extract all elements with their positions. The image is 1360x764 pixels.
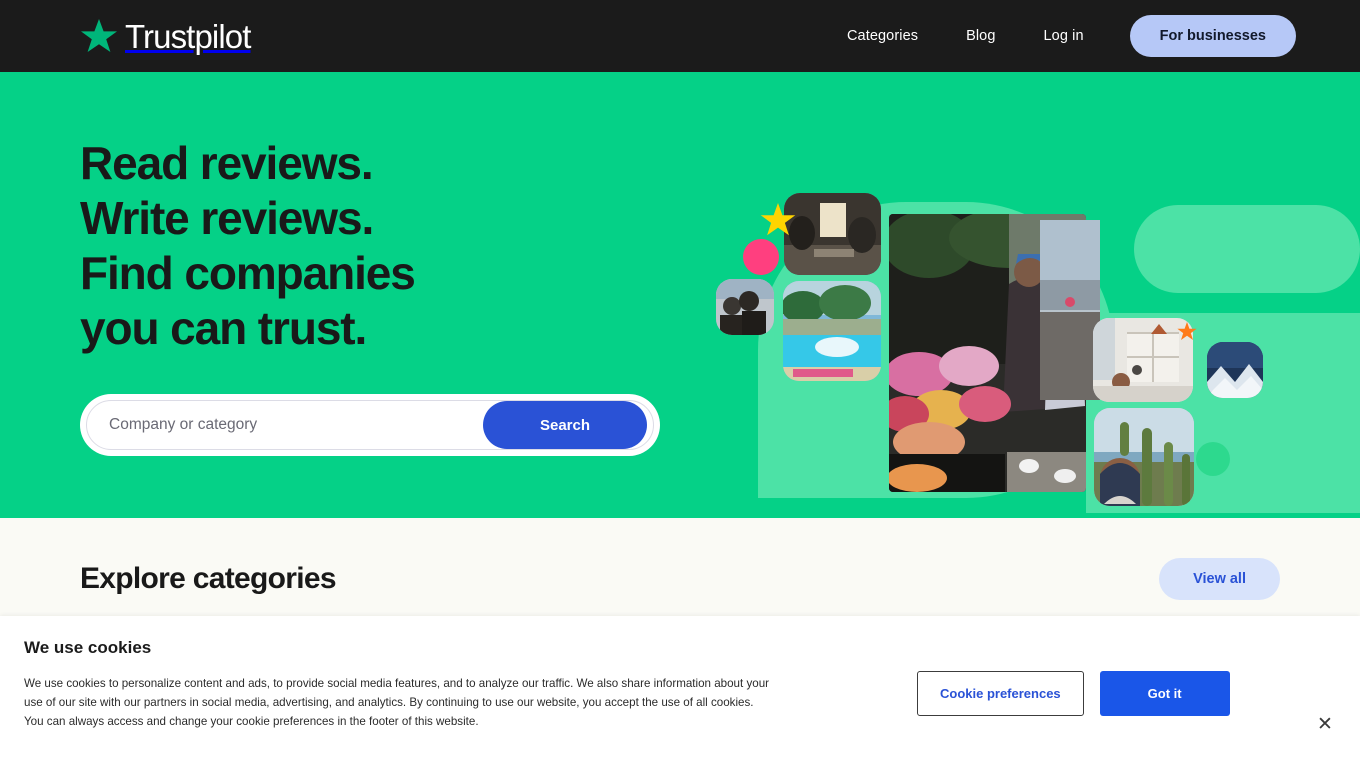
collage-photo-home-interior (1093, 318, 1193, 402)
top-navigation-bar: Trustpilot Categories Blog Log in For bu… (0, 0, 1360, 72)
circle-icon-pink (743, 239, 779, 275)
search-bar: Search (80, 394, 660, 456)
page-title: Read reviews. Write reviews. Find compan… (80, 136, 620, 356)
collage-photo-workshop (784, 193, 881, 275)
hero-section: Read reviews. Write reviews. Find compan… (0, 72, 1360, 518)
star-icon-yellow (760, 203, 796, 243)
decorative-pill-right (1134, 205, 1360, 293)
hero-title-line-2: Write reviews. (80, 192, 374, 244)
cookie-banner-title: We use cookies (24, 638, 152, 657)
cookie-banner-body: We use cookies to personalize content an… (24, 677, 769, 728)
cookie-text-block: We use cookies We use cookies to persona… (24, 638, 769, 731)
search-input[interactable] (87, 401, 483, 449)
collage-photo-mountains (1207, 342, 1263, 398)
cookie-preferences-button[interactable]: Cookie preferences (917, 671, 1084, 716)
search-button[interactable]: Search (483, 401, 647, 449)
hero-title-line-4: you can trust. (80, 302, 367, 354)
logo-wordmark: Trustpilot (125, 17, 251, 55)
search-field-group: Search (86, 400, 654, 450)
categories-title: Explore categories (80, 562, 337, 595)
star-icon-orange (1177, 322, 1197, 347)
collage-photo-cactus-selfie (1094, 408, 1194, 506)
cookie-consent-banner: We use cookies We use cookies to persona… (0, 616, 1360, 764)
view-all-button[interactable]: View all (1159, 558, 1280, 600)
nav-link-blog[interactable]: Blog (942, 18, 1019, 54)
close-icon[interactable]: ✕ (1314, 713, 1336, 735)
hero-content: Read reviews. Write reviews. Find compan… (0, 72, 660, 456)
decorative-blob-left (758, 202, 1114, 498)
decorative-band-right (1086, 313, 1360, 513)
nav-link-categories[interactable]: Categories (823, 18, 942, 54)
hero-title-line-3: Find companies (80, 247, 416, 299)
nav-link-login[interactable]: Log in (1020, 18, 1108, 54)
collage-photo-street (1040, 220, 1100, 400)
hero-title-line-1: Read reviews. (80, 137, 374, 189)
collage-photo-flower-market (889, 214, 1086, 492)
star-icon (80, 18, 118, 54)
cookie-accept-button[interactable]: Got it (1099, 671, 1230, 716)
categories-header: Explore categories View all (80, 558, 1280, 600)
for-businesses-button[interactable]: For businesses (1129, 15, 1296, 57)
decorative-dot-green (1196, 442, 1230, 476)
trustpilot-logo[interactable]: Trustpilot (80, 17, 251, 55)
cookie-banner-actions: Cookie preferences Got it (917, 671, 1230, 716)
primary-nav: Categories Blog Log in For businesses (823, 15, 1296, 57)
collage-photo-pool (783, 281, 881, 381)
collage-photo-conversation (716, 279, 774, 335)
